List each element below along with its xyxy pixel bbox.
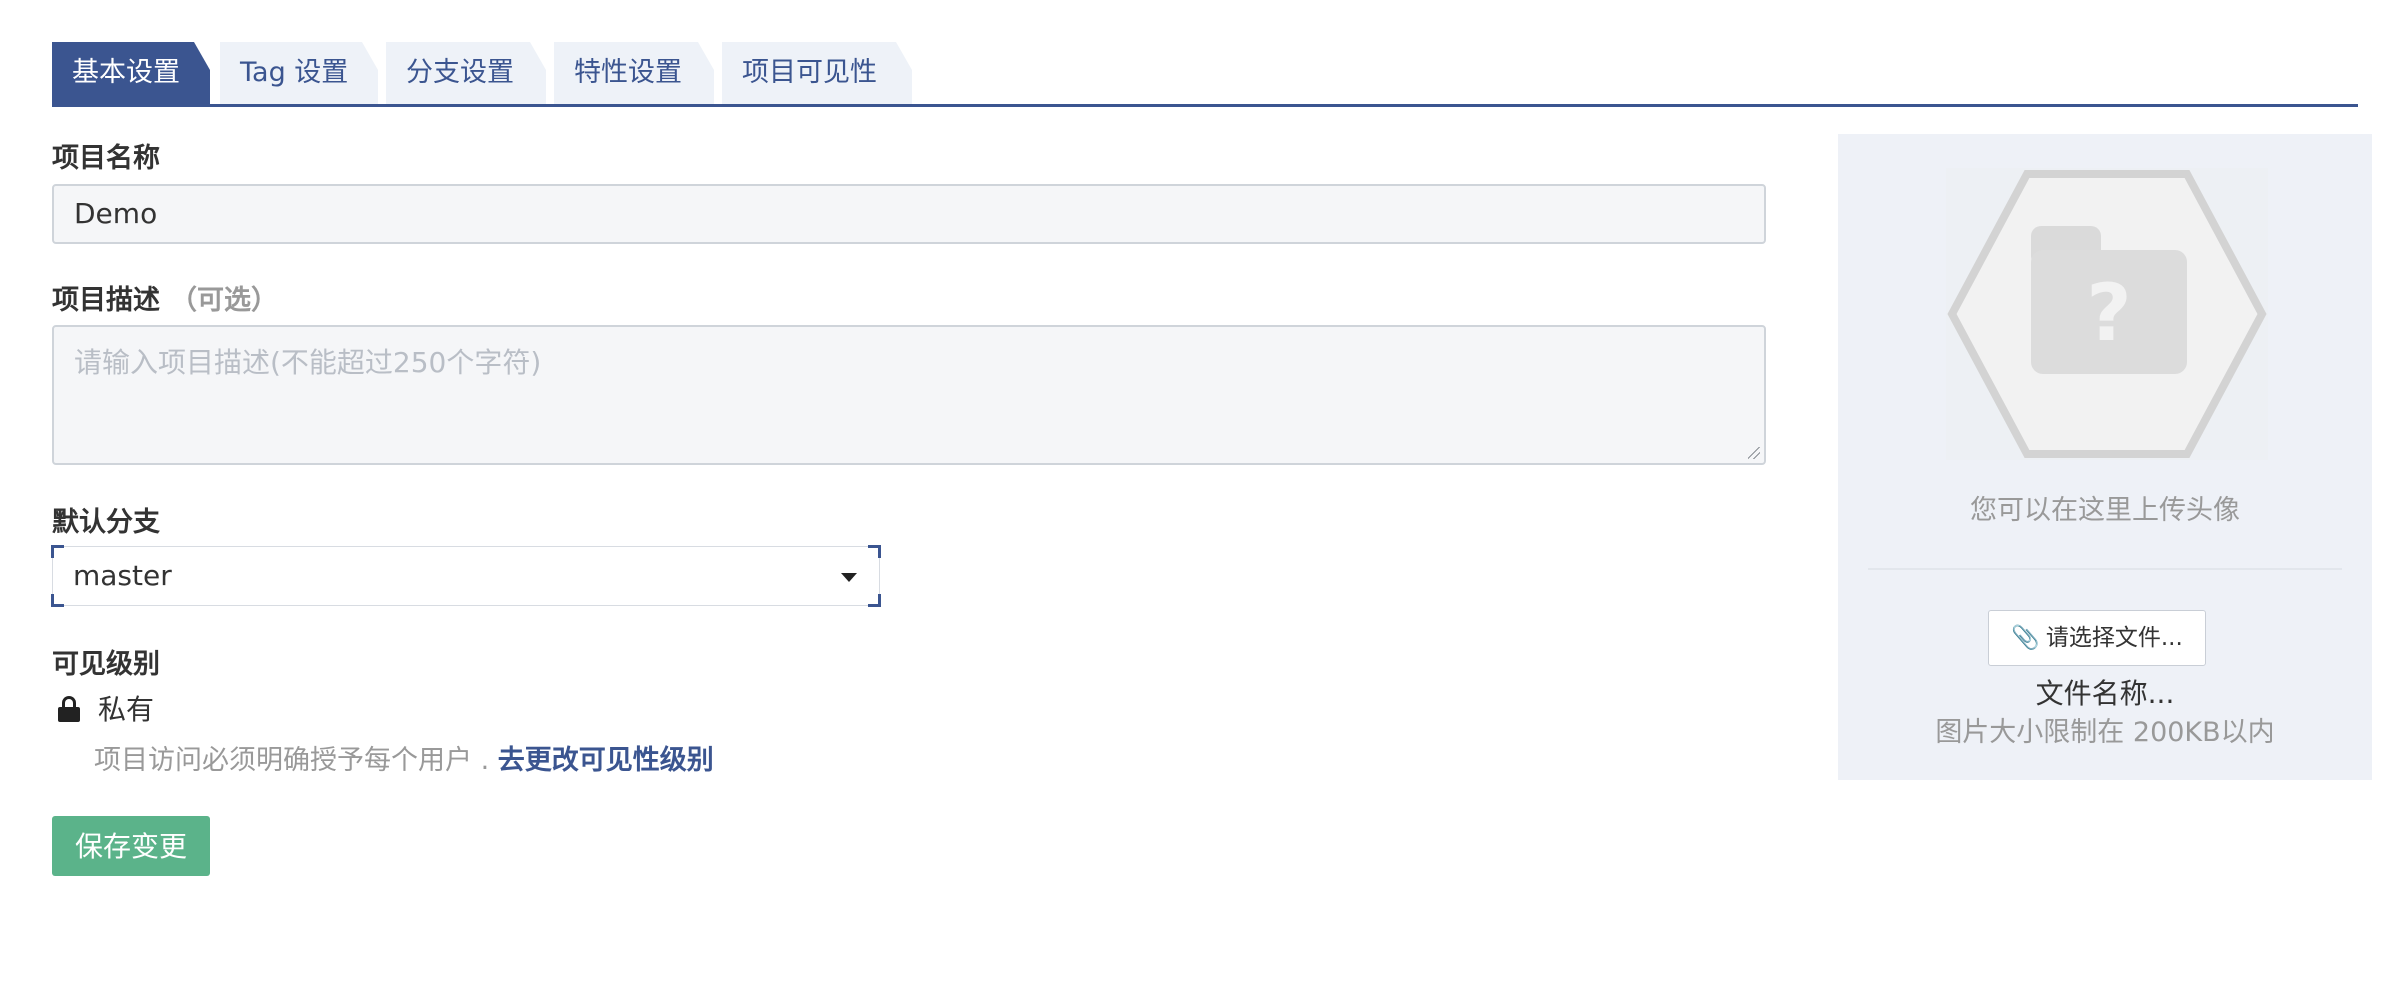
resize-grip-icon[interactable] (1748, 447, 1760, 459)
project-name-label: 项目名称 (52, 143, 160, 174)
project-name-input[interactable]: Demo (52, 184, 1766, 244)
tab-project-visibility[interactable]: 项目可见性 (722, 42, 912, 104)
project-description-label-text: 项目描述 (52, 285, 160, 316)
save-changes-button[interactable]: 保存变更 (52, 816, 210, 876)
visibility-value: 私有 (98, 693, 155, 726)
change-visibility-link[interactable]: 去更改可见性级别 (498, 745, 714, 776)
paperclip-icon: 📎 (2011, 625, 2040, 651)
visibility-description-text: 项目访问必须明确授予每个用户 . (94, 745, 498, 776)
tab-basic-settings[interactable]: 基本设置 (52, 42, 210, 104)
focus-corner (51, 545, 64, 558)
focus-corner (868, 594, 881, 607)
default-branch-select[interactable]: master (51, 545, 881, 607)
tab-tag-settings[interactable]: Tag 设置 (220, 42, 378, 104)
caret-down-icon (841, 573, 857, 582)
visibility-level-label: 可见级别 (52, 649, 160, 680)
optional-hint: （可选） (170, 285, 278, 316)
avatar-upload-panel: ? 您可以在这里上传头像 📎 请选择文件... 文件名称... 图片大小限制在 2… (1838, 134, 2372, 780)
description-placeholder: 请输入项目描述(不能超过250个字符) (74, 346, 542, 379)
file-name: 文件名称... (2035, 677, 2175, 710)
tab-branch-settings[interactable]: 分支设置 (386, 42, 546, 104)
folder-question-icon: ? (1946, 168, 2268, 460)
project-description-textarea[interactable]: 请输入项目描述(不能超过250个字符) (52, 325, 1766, 465)
default-branch-value: master (73, 559, 172, 592)
project-description-label: 项目描述 （可选） (52, 278, 278, 317)
tab-feature-settings[interactable]: 特性设置 (554, 42, 714, 104)
svg-text:?: ? (2086, 269, 2131, 359)
default-branch-label: 默认分支 (52, 507, 160, 538)
size-limit-note: 图片大小限制在 200KB以内 (1935, 717, 2275, 748)
focus-corner (868, 545, 881, 558)
lock-icon (58, 696, 80, 722)
focus-corner (51, 594, 64, 607)
upload-hint: 您可以在这里上传头像 (1970, 495, 2240, 526)
divider (1868, 568, 2342, 570)
choose-file-button[interactable]: 📎 请选择文件... (1988, 610, 2206, 666)
visibility-description: 项目访问必须明确授予每个用户 . 去更改可见性级别 (94, 738, 714, 777)
settings-tabs: 基本设置 Tag 设置 分支设置 特性设置 项目可见性 (52, 42, 2358, 107)
choose-file-label: 请选择文件... (2045, 625, 2183, 651)
